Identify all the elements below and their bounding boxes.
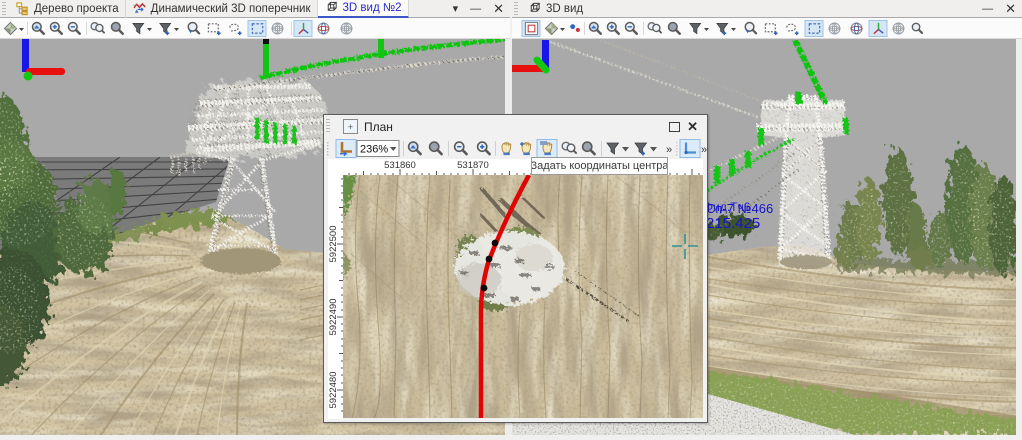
svg-text:»: » (701, 144, 707, 156)
svg-text:215.425: 215.425 (706, 215, 760, 232)
svg-text:Фид.Тч6: Фид.Тч6 (704, 200, 751, 214)
svg-text:»: » (666, 144, 672, 156)
svg-text:236%: 236% (360, 144, 388, 156)
